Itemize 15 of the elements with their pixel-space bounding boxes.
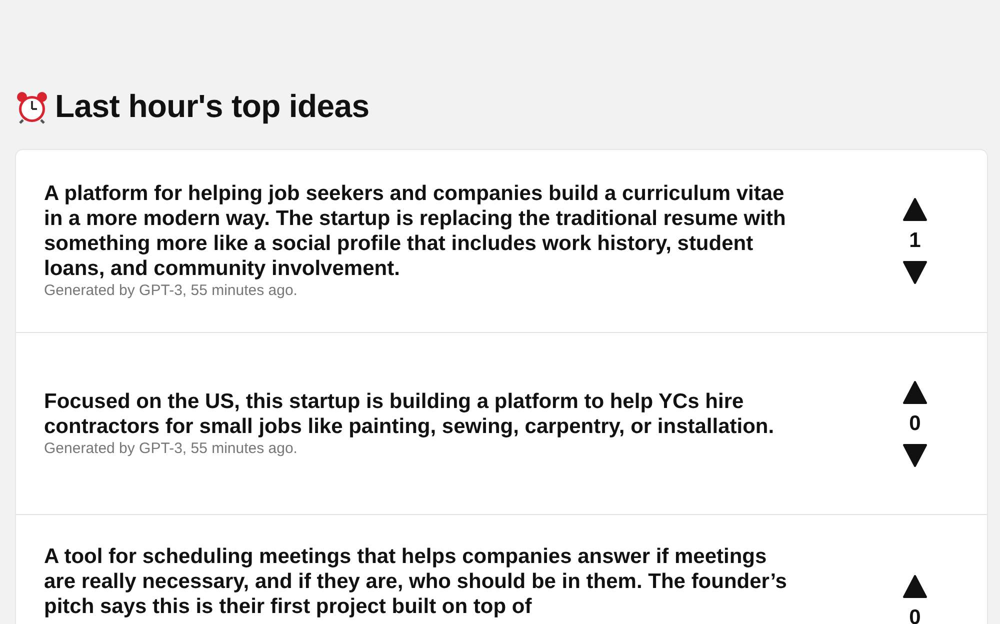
idea-meta: Generated by GPT-3, 55 minutes ago.	[44, 281, 298, 301]
idea-text: A platform for helping job seekers and companies build a curriculum vitae in a more modern way. The startup is replacing the traditional resume with something more like a social profile that includes work history, student loans, and community involvement.	[44, 181, 787, 281]
section-title: Last hour's top ideas	[55, 88, 370, 125]
upvote-icon[interactable]	[902, 574, 928, 600]
vote-count: 1	[909, 228, 921, 254]
upvote-icon[interactable]	[902, 197, 928, 223]
idea-text: A tool for scheduling meetings that helps companies answer if meetings are really necessary, and if they are, who should be in them. The founder’s pitch says this is their first project built on top of	[44, 544, 788, 619]
downvote-icon[interactable]	[902, 259, 928, 285]
upvote-icon[interactable]	[902, 380, 928, 406]
vote-count: 0	[909, 410, 921, 436]
downvote-icon[interactable]	[902, 442, 928, 468]
idea-text: Focused on the US, this startup is building a platform to help YCs hire contractors for small jobs like painting, sewing, carpentry, or installation.	[44, 388, 776, 438]
alarm-clock-icon	[15, 90, 49, 124]
idea-meta: Generated by GPT-3, 55 minutes ago.	[44, 438, 298, 458]
vote-count: 0	[909, 605, 921, 624]
